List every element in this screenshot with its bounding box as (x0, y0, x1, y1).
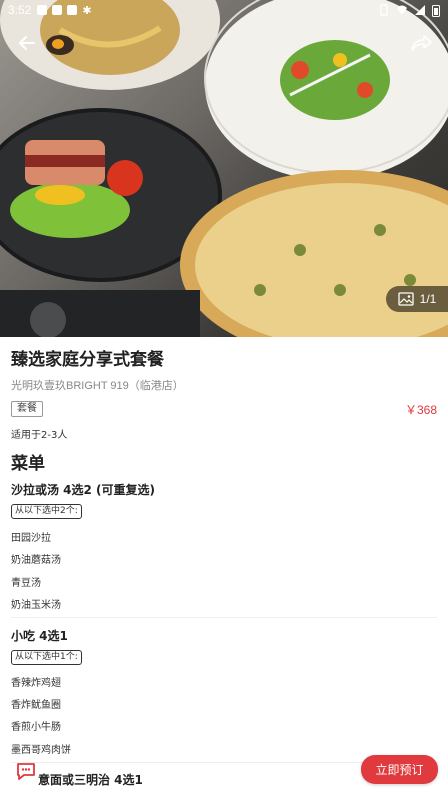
menu-item: 香炸鱿鱼圈 (11, 700, 61, 711)
package-title: 臻选家庭分享式套餐 (11, 350, 164, 370)
menu-item: 奶油蘑菇汤 (11, 555, 61, 566)
image-icon (398, 292, 414, 306)
share-icon[interactable] (408, 30, 434, 56)
menu-section-title: 意面或三明治 4选1 (38, 773, 143, 787)
photo-counter[interactable]: 1/1 (386, 286, 448, 312)
menu-item: 田园沙拉 (11, 533, 51, 544)
battery-icon (432, 4, 440, 17)
package-tag: 套餐 (11, 401, 43, 417)
menu-title: 菜单 (11, 454, 45, 474)
food-photo (0, 0, 448, 337)
menu-item: 香煎小牛肠 (11, 722, 61, 733)
photo-counter-text: 1/1 (419, 292, 437, 306)
section-divider (11, 617, 437, 618)
menu-item: 墨西哥鸡肉饼 (11, 745, 71, 756)
notification-icon (67, 5, 78, 15)
package-price: ￥368 (404, 403, 437, 417)
status-bar: 3:52 ✱ (0, 0, 448, 20)
vibrate-icon (380, 4, 388, 16)
notification-icon (37, 5, 48, 15)
menu-section-title: 沙拉或汤 4选2 (可重复选) (11, 483, 156, 497)
status-time: 3:52 (8, 3, 32, 17)
suitable-people: 适用于2-3人 (11, 430, 68, 441)
bug-icon: ✱ (82, 4, 92, 17)
menu-item: 香辣炸鸡翅 (11, 678, 61, 689)
signal-icon (415, 5, 425, 15)
menu-item: 奶油玉米汤 (11, 600, 61, 611)
notification-icon (52, 5, 63, 15)
reserve-button[interactable]: 立即预订 (361, 755, 438, 784)
choose-hint: 从以下选中2个: (11, 504, 82, 519)
wifi-icon (397, 5, 407, 15)
choose-hint: 从以下选中1个: (11, 650, 82, 665)
back-arrow-icon[interactable] (14, 30, 40, 56)
menu-section-title: 小吃 4选1 (11, 629, 68, 643)
hero-image[interactable]: 3:52 ✱ 1/1 (0, 0, 448, 337)
chat-icon[interactable] (14, 759, 38, 783)
store-name[interactable]: 光明玖壹玖BRIGHT 919（临港店） (11, 377, 184, 393)
menu-item: 青豆汤 (11, 578, 41, 589)
